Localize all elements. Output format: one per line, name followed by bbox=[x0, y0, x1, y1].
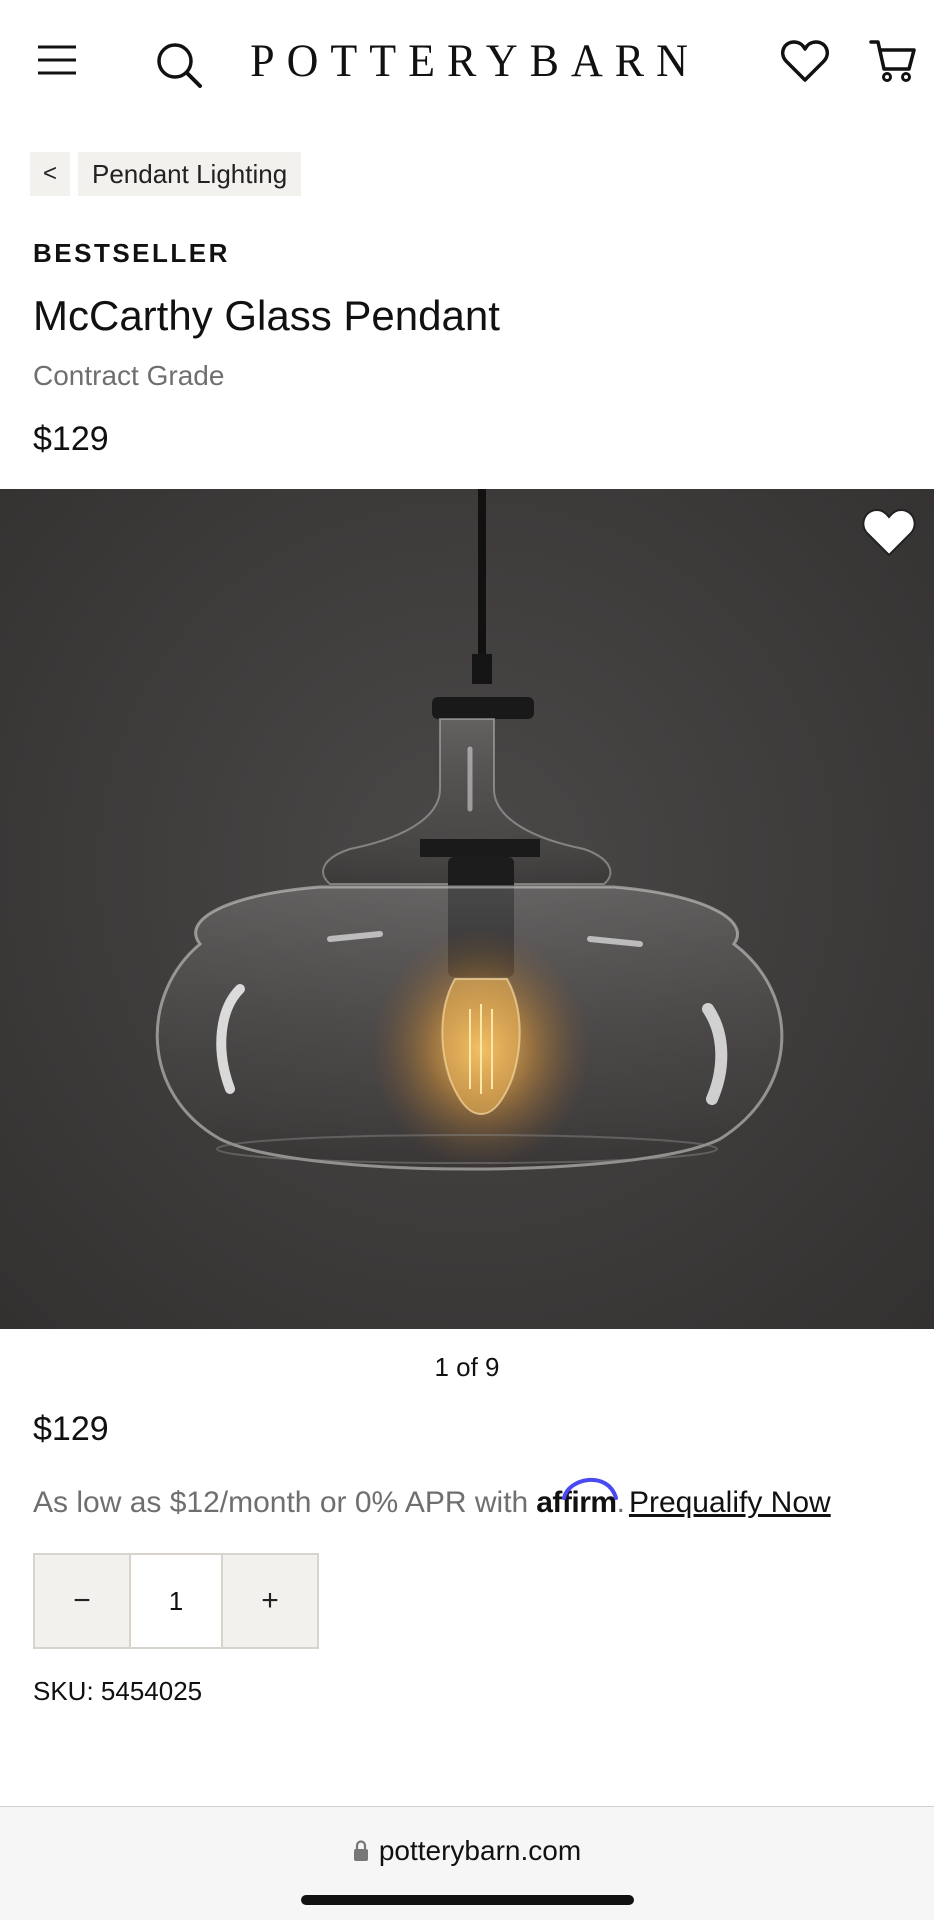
heart-icon[interactable] bbox=[778, 36, 832, 86]
brand-logo[interactable]: POTTERYBARN bbox=[250, 33, 690, 88]
image-counter: 1 of 9 bbox=[434, 1352, 500, 1382]
site-header: POTTERYBARN bbox=[0, 0, 934, 120]
product-image[interactable] bbox=[0, 489, 934, 1329]
affirm-logo: affirm bbox=[536, 1478, 619, 1520]
product-page: POTTERYBARN < Pendant Lighting BESTSELLE… bbox=[0, 0, 934, 1920]
lock-icon bbox=[353, 1840, 368, 1861]
menu-icon[interactable] bbox=[34, 40, 80, 80]
cart-icon[interactable] bbox=[866, 36, 920, 86]
home-indicator[interactable] bbox=[301, 1895, 634, 1905]
breadcrumb-category-link[interactable]: Pendant Lighting bbox=[78, 152, 302, 196]
breadcrumb-back-button[interactable]: < bbox=[30, 152, 70, 196]
bestseller-badge: BESTSELLER bbox=[33, 238, 230, 268]
quantity-input[interactable]: 1 bbox=[129, 1555, 223, 1647]
financing-message: As low as $12/month or 0% APR with affir… bbox=[33, 1478, 831, 1520]
product-price: $129 bbox=[33, 420, 109, 458]
product-sku: SKU: 5454025 bbox=[33, 1676, 203, 1706]
product-subtitle: Contract Grade bbox=[33, 360, 225, 391]
breadcrumb: < Pendant Lighting bbox=[30, 152, 302, 196]
quantity-stepper: − 1 + bbox=[33, 1553, 319, 1649]
financing-text: As low as $12/month or 0% APR with bbox=[33, 1486, 529, 1519]
pendant-lamp-illustration bbox=[155, 489, 784, 1171]
url-text: potterybarn.com bbox=[378, 1835, 582, 1866]
prequalify-link[interactable]: Prequalify Now bbox=[629, 1486, 831, 1520]
product-title: McCarthy Glass Pendant bbox=[33, 292, 500, 339]
quantity-increment-button[interactable]: + bbox=[223, 1555, 317, 1647]
browser-address-bar: potterybarn.com bbox=[0, 1806, 934, 1920]
affirm-arc-icon bbox=[562, 1478, 619, 1500]
product-price-secondary: $129 bbox=[33, 1410, 109, 1448]
search-icon[interactable] bbox=[152, 38, 206, 92]
image-favorite-heart-icon[interactable] bbox=[860, 505, 918, 559]
url-field[interactable]: potterybarn.com bbox=[0, 1835, 934, 1867]
quantity-decrement-button[interactable]: − bbox=[35, 1555, 129, 1647]
